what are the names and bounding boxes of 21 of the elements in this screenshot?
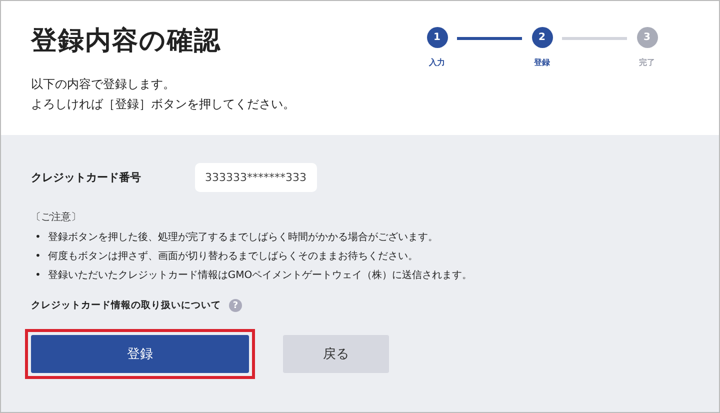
bullet-mark: •	[34, 250, 41, 264]
info-link[interactable]: クレジットカード情報の取り扱いについて	[31, 299, 221, 312]
field-label: クレジットカード番号	[31, 170, 142, 185]
description-text: 以下の内容で登録します。	[31, 76, 176, 93]
bullet-mark: •	[34, 269, 41, 283]
notice-item: 登録ボタンを押した後、処理が完了するまでしばらく時間がかかる場合がございます。	[48, 230, 438, 245]
notice-item: 登録いただいたクレジットカード情報はGMOペイメントゲートウェイ（株）に送信されます。	[48, 268, 472, 283]
register-button[interactable]: 登録	[31, 335, 249, 373]
step-label: 登録	[534, 57, 550, 68]
description-text: よろしければ［登録］ボタンを押してください。	[31, 96, 295, 113]
card-number-field: 333333*******333	[195, 163, 316, 192]
notice-item: 何度もボタンは押さず、画面が切り替わるまでしばらくそのままお待ちください。	[48, 250, 418, 264]
back-button[interactable]: 戻る	[283, 335, 389, 373]
step-label: 完了	[639, 57, 655, 68]
step-number: 2	[532, 27, 552, 48]
step-label: 入力	[429, 57, 445, 68]
bullet-mark: •	[34, 231, 41, 245]
step-number: 3	[636, 27, 658, 48]
notice-heading: 〔ご注意〕	[31, 210, 82, 224]
page-title: 登録内容の確認	[31, 25, 222, 58]
step-number: 1	[426, 27, 448, 48]
